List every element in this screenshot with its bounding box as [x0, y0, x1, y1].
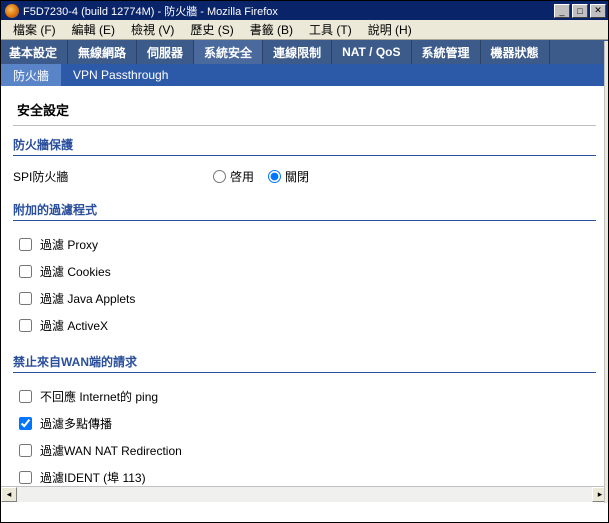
- minimize-button[interactable]: _: [554, 4, 570, 18]
- filter-proxy-checkbox[interactable]: [19, 238, 32, 251]
- subtab-firewall[interactable]: 防火牆: [1, 64, 61, 86]
- filter-cookies-row: 過濾 Cookies: [13, 258, 596, 285]
- tab-nat-qos[interactable]: NAT / QoS: [332, 40, 411, 64]
- menu-bookmarks[interactable]: 書籤 (B): [242, 19, 301, 40]
- spi-row: SPI防火牆 啓用 關閉: [13, 166, 596, 187]
- titlebar-left: F5D7230-4 (build 12774M) - 防火牆 - Mozilla…: [5, 3, 278, 19]
- wan-nat-row: 過濾WAN NAT Redirection: [13, 437, 596, 464]
- page-body: 安全設定 防火牆保護 SPI防火牆 啓用 關閉 附加的過濾程式 過濾 Proxy: [1, 86, 608, 499]
- horizontal-scrollbar[interactable]: ◂ ▸: [1, 486, 608, 502]
- section-title-firewall: 防火牆保護: [13, 136, 596, 156]
- maximize-button[interactable]: □: [572, 4, 588, 18]
- filter-java-label: 過濾 Java Applets: [40, 290, 135, 307]
- wan-ident-checkbox[interactable]: [19, 471, 32, 484]
- app-window: F5D7230-4 (build 12774M) - 防火牆 - Mozilla…: [0, 0, 609, 523]
- tab-connection-limit[interactable]: 連線限制: [263, 40, 332, 64]
- wan-ping-row: 不回應 Internet的 ping: [13, 383, 596, 410]
- tab-status[interactable]: 機器狀態: [481, 40, 550, 64]
- filter-proxy-row: 過濾 Proxy: [13, 231, 596, 258]
- spi-disable-radio[interactable]: [268, 170, 281, 183]
- filter-activex-checkbox[interactable]: [19, 319, 32, 332]
- close-button[interactable]: ✕: [590, 4, 606, 18]
- subtab-vpn-passthrough[interactable]: VPN Passthrough: [61, 64, 180, 86]
- spi-disable-option[interactable]: 關閉: [268, 168, 309, 185]
- spi-label: SPI防火牆: [13, 168, 213, 185]
- tab-basic[interactable]: 基本設定: [1, 40, 68, 64]
- scroll-left-button[interactable]: ◂: [1, 487, 17, 502]
- spi-enable-option[interactable]: 啓用: [213, 168, 254, 185]
- firefox-icon: [5, 4, 19, 18]
- menu-view[interactable]: 檢視 (V): [123, 19, 182, 40]
- tab-wireless[interactable]: 無線網路: [68, 40, 137, 64]
- filter-cookies-checkbox[interactable]: [19, 265, 32, 278]
- filter-activex-row: 過濾 ActiveX: [13, 312, 596, 339]
- content-area: 基本設定 無線網路 伺服器 系統安全 連線限制 NAT / QoS 系統管理 機…: [1, 40, 608, 502]
- tab-security[interactable]: 系統安全: [194, 40, 263, 64]
- right-border: [604, 41, 608, 503]
- filter-activex-label: 過濾 ActiveX: [40, 317, 108, 334]
- menubar: 檔案 (F) 編輯 (E) 檢視 (V) 歷史 (S) 書籤 (B) 工具 (T…: [1, 20, 608, 40]
- filter-proxy-label: 過濾 Proxy: [40, 236, 98, 253]
- wan-ping-label: 不回應 Internet的 ping: [40, 388, 158, 405]
- tab-admin[interactable]: 系統管理: [412, 40, 481, 64]
- wan-ping-checkbox[interactable]: [19, 390, 32, 403]
- filter-cookies-label: 過濾 Cookies: [40, 263, 111, 280]
- wan-nat-checkbox[interactable]: [19, 444, 32, 457]
- wan-multicast-checkbox[interactable]: [19, 417, 32, 430]
- spi-enable-label: 啓用: [230, 168, 254, 185]
- window-titlebar: F5D7230-4 (build 12774M) - 防火牆 - Mozilla…: [1, 1, 608, 20]
- window-buttons: _ □ ✕: [552, 4, 606, 18]
- menu-help[interactable]: 說明 (H): [360, 19, 420, 40]
- secondary-tabbar: 防火牆 VPN Passthrough: [1, 64, 608, 86]
- filter-java-checkbox[interactable]: [19, 292, 32, 305]
- wan-ident-label: 過濾IDENT (埠 113): [40, 469, 146, 486]
- menu-history[interactable]: 歷史 (S): [182, 19, 241, 40]
- menu-edit[interactable]: 編輯 (E): [64, 19, 123, 40]
- window-title: F5D7230-4 (build 12774M) - 防火牆 - Mozilla…: [23, 3, 278, 19]
- wan-multicast-label: 過濾多點傳播: [40, 415, 112, 432]
- menu-tools[interactable]: 工具 (T): [301, 19, 360, 40]
- section-title-filters: 附加的過濾程式: [13, 201, 596, 221]
- section-title-wan: 禁止來自WAN端的請求: [13, 353, 596, 373]
- tab-server[interactable]: 伺服器: [137, 40, 194, 64]
- menu-file[interactable]: 檔案 (F): [5, 19, 64, 40]
- spi-enable-radio[interactable]: [213, 170, 226, 183]
- spi-disable-label: 關閉: [285, 168, 309, 185]
- scroll-track[interactable]: [17, 487, 592, 502]
- wan-nat-label: 過濾WAN NAT Redirection: [40, 442, 182, 459]
- primary-tabbar: 基本設定 無線網路 伺服器 系統安全 連線限制 NAT / QoS 系統管理 機…: [1, 40, 608, 64]
- wan-multicast-row: 過濾多點傳播: [13, 410, 596, 437]
- filter-java-row: 過濾 Java Applets: [13, 285, 596, 312]
- page-title: 安全設定: [13, 94, 596, 126]
